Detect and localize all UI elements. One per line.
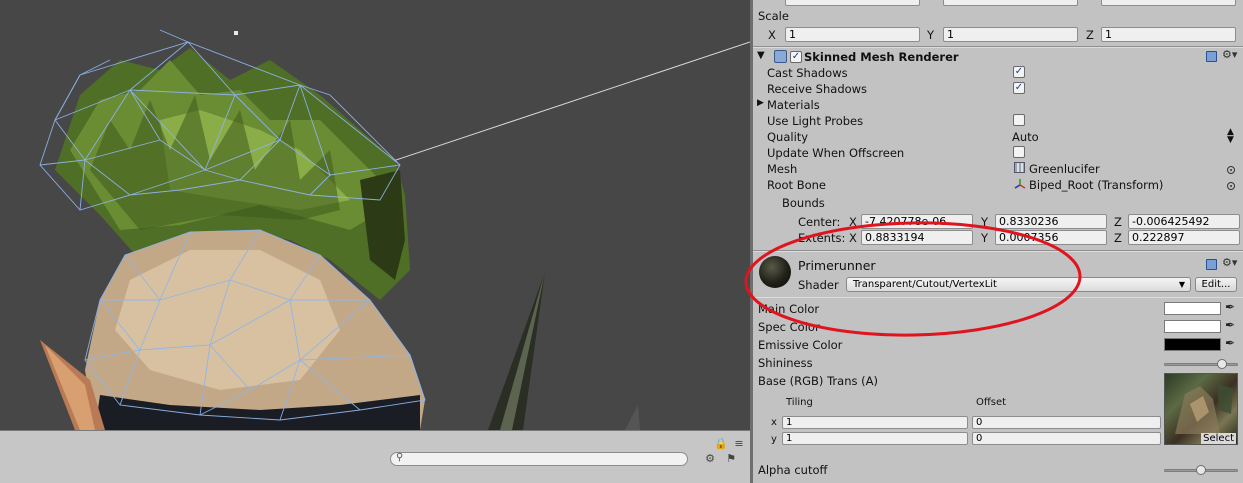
rotation-y-field[interactable] [943,0,1078,6]
annotation-ellipse [744,221,1082,337]
offset-label: Offset [976,397,1007,408]
foldout-collapsed-icon[interactable]: ▶ [757,98,764,108]
tiling-x-field[interactable]: 1 [782,416,968,429]
center-z-field[interactable]: -0.006425492 [1128,214,1240,229]
base-texture-label: Base (RGB) Trans (A) [758,374,878,388]
gear-icon[interactable]: ⚙▾ [1222,256,1237,269]
scene-render [39,29,750,430]
extents-z-field[interactable]: 0.222897 [1128,230,1240,245]
center-z-label: Z [1114,215,1122,229]
materials-foldout[interactable]: Materials [767,98,820,112]
offscreen-checkbox[interactable] [1013,146,1025,158]
extents-z-label: Z [1114,231,1122,245]
tiling-x-axis-label: x [771,417,777,428]
help-book-icon[interactable] [1206,51,1217,62]
cast-shadows-label: Cast Shadows [767,66,848,80]
tiling-y-field[interactable]: 1 [782,432,968,445]
eyedropper-icon[interactable]: ✒ [1225,300,1235,314]
cast-shadows-checkbox[interactable]: ✓ [1013,66,1025,78]
filter-by-type-icon[interactable]: ⚙ [701,451,719,467]
main-color-swatch[interactable] [1164,302,1221,315]
select-texture-button[interactable]: Select [1201,433,1236,444]
rotation-z-field[interactable] [1101,0,1236,6]
lock-icon[interactable]: 🔒 [712,436,730,452]
label-tag-icon[interactable]: ⚑ [722,451,740,467]
object-picker-icon[interactable] [1227,182,1235,190]
scale-y-label: Y [927,28,935,42]
receive-shadows-label: Receive Shadows [767,82,868,96]
component-divider-highlight [753,47,1243,48]
component-toggle-icon [774,50,787,63]
component-title: Skinned Mesh Renderer [804,50,959,64]
dropdown-arrows-icon: ▲ ▼ [1227,127,1234,145]
alpha-cutoff-label: Alpha cutoff [758,463,828,477]
renderer-enabled-checkbox[interactable]: ✓ [790,51,802,63]
scale-z-field[interactable]: 1 [1101,27,1236,42]
light-probes-checkbox[interactable] [1013,114,1025,126]
edit-shader-button[interactable]: Edit... [1195,277,1237,292]
scale-x-field[interactable]: 1 [785,27,920,42]
offset-x-field[interactable]: 0 [972,416,1161,429]
shininess-label: Shininess [758,356,813,370]
scene-viewport[interactable] [0,0,750,430]
scale-x-label: X [768,28,776,42]
search-icon: ⚲ [396,452,404,463]
quality-dropdown[interactable]: Auto [1012,130,1039,144]
scale-y-field[interactable]: 1 [943,27,1078,42]
gear-icon[interactable]: ⚙▾ [1222,48,1237,61]
rotation-x-field[interactable] [785,0,920,6]
eyedropper-icon[interactable]: ✒ [1225,336,1235,350]
menu-icon[interactable]: ≡ [730,436,748,452]
mesh-label: Mesh [767,162,798,176]
spec-color-swatch[interactable] [1164,320,1221,333]
scale-z-label: Z [1086,28,1094,42]
quality-label: Quality [767,130,809,144]
tiling-y-axis-label: y [771,434,777,445]
base-texture-thumbnail[interactable]: Select [1164,373,1238,445]
root-bone-label: Root Bone [767,178,826,192]
alpha-cutoff-slider-knob[interactable] [1196,465,1206,475]
scale-label: Scale [758,9,789,23]
bounds-label: Bounds [782,196,825,210]
offscreen-label: Update When Offscreen [767,146,905,160]
offset-y-field[interactable]: 0 [972,432,1161,445]
transform-icon [1014,178,1026,190]
emissive-color-swatch[interactable] [1164,338,1221,351]
tiling-label: Tiling [786,397,813,408]
foldout-expanded-icon[interactable]: ▼ [757,50,765,61]
search-input[interactable]: ⚲ [390,452,688,466]
shininess-slider-knob[interactable] [1217,359,1227,369]
chevron-down-icon: ▼ [1178,280,1185,289]
receive-shadows-checkbox[interactable]: ✓ [1013,82,1025,94]
root-bone-field[interactable]: Biped_Root (Transform) [1029,178,1163,192]
light-probes-label: Use Light Probes [767,114,864,128]
mesh-field[interactable]: Greenlucifer [1029,162,1100,176]
object-picker-icon[interactable] [1227,166,1235,174]
help-book-icon[interactable] [1206,259,1217,270]
eyedropper-icon[interactable]: ✒ [1225,318,1235,332]
mesh-asset-icon [1014,162,1025,173]
